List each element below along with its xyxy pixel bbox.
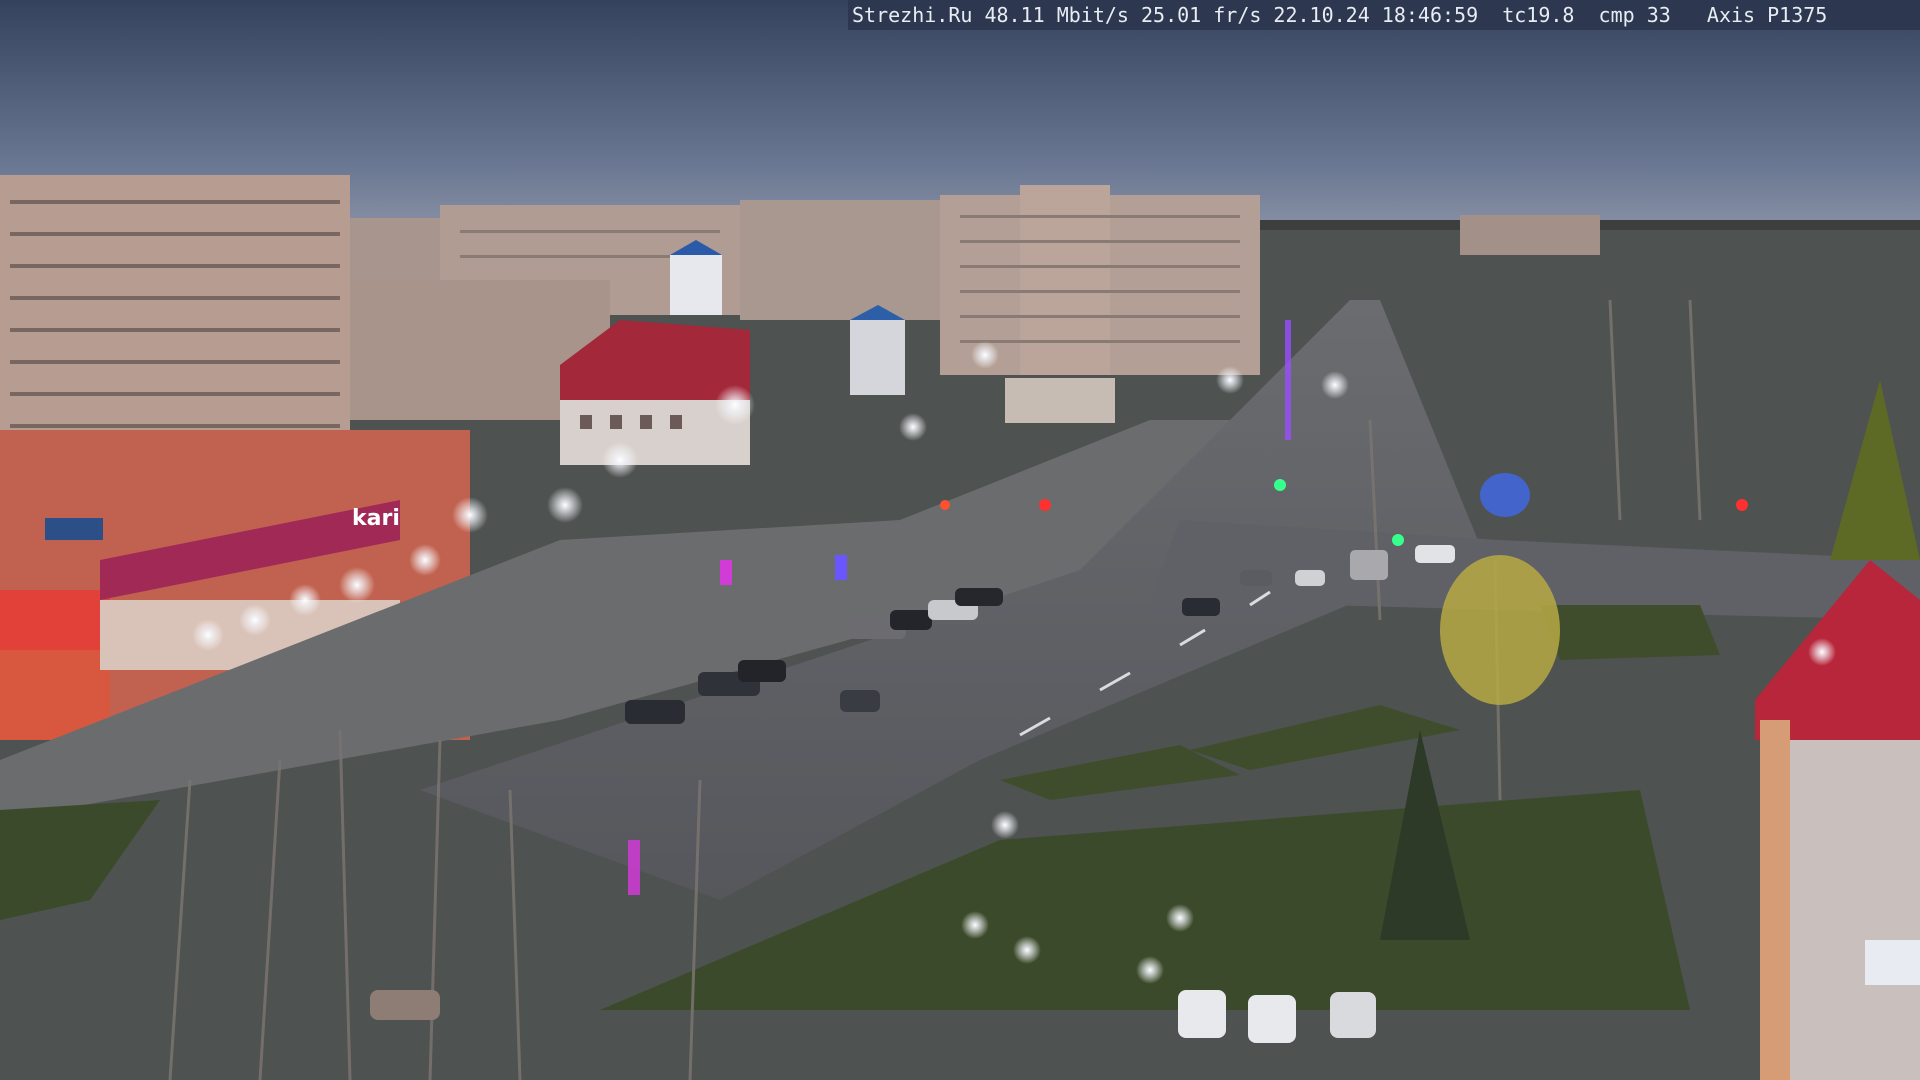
store-sign: kari: [352, 506, 400, 531]
yellow-birch: [1440, 555, 1560, 705]
camera-info-overlay: Strezhi.Ru 48.11 Mbit/s 25.01 fr/s 22.10…: [848, 0, 1920, 30]
street-scene: kari: [0, 0, 1920, 1080]
camera-frame: kari Strezhi.Ru 48.11 Mbit/s 25.01 fr/s …: [0, 0, 1920, 1080]
